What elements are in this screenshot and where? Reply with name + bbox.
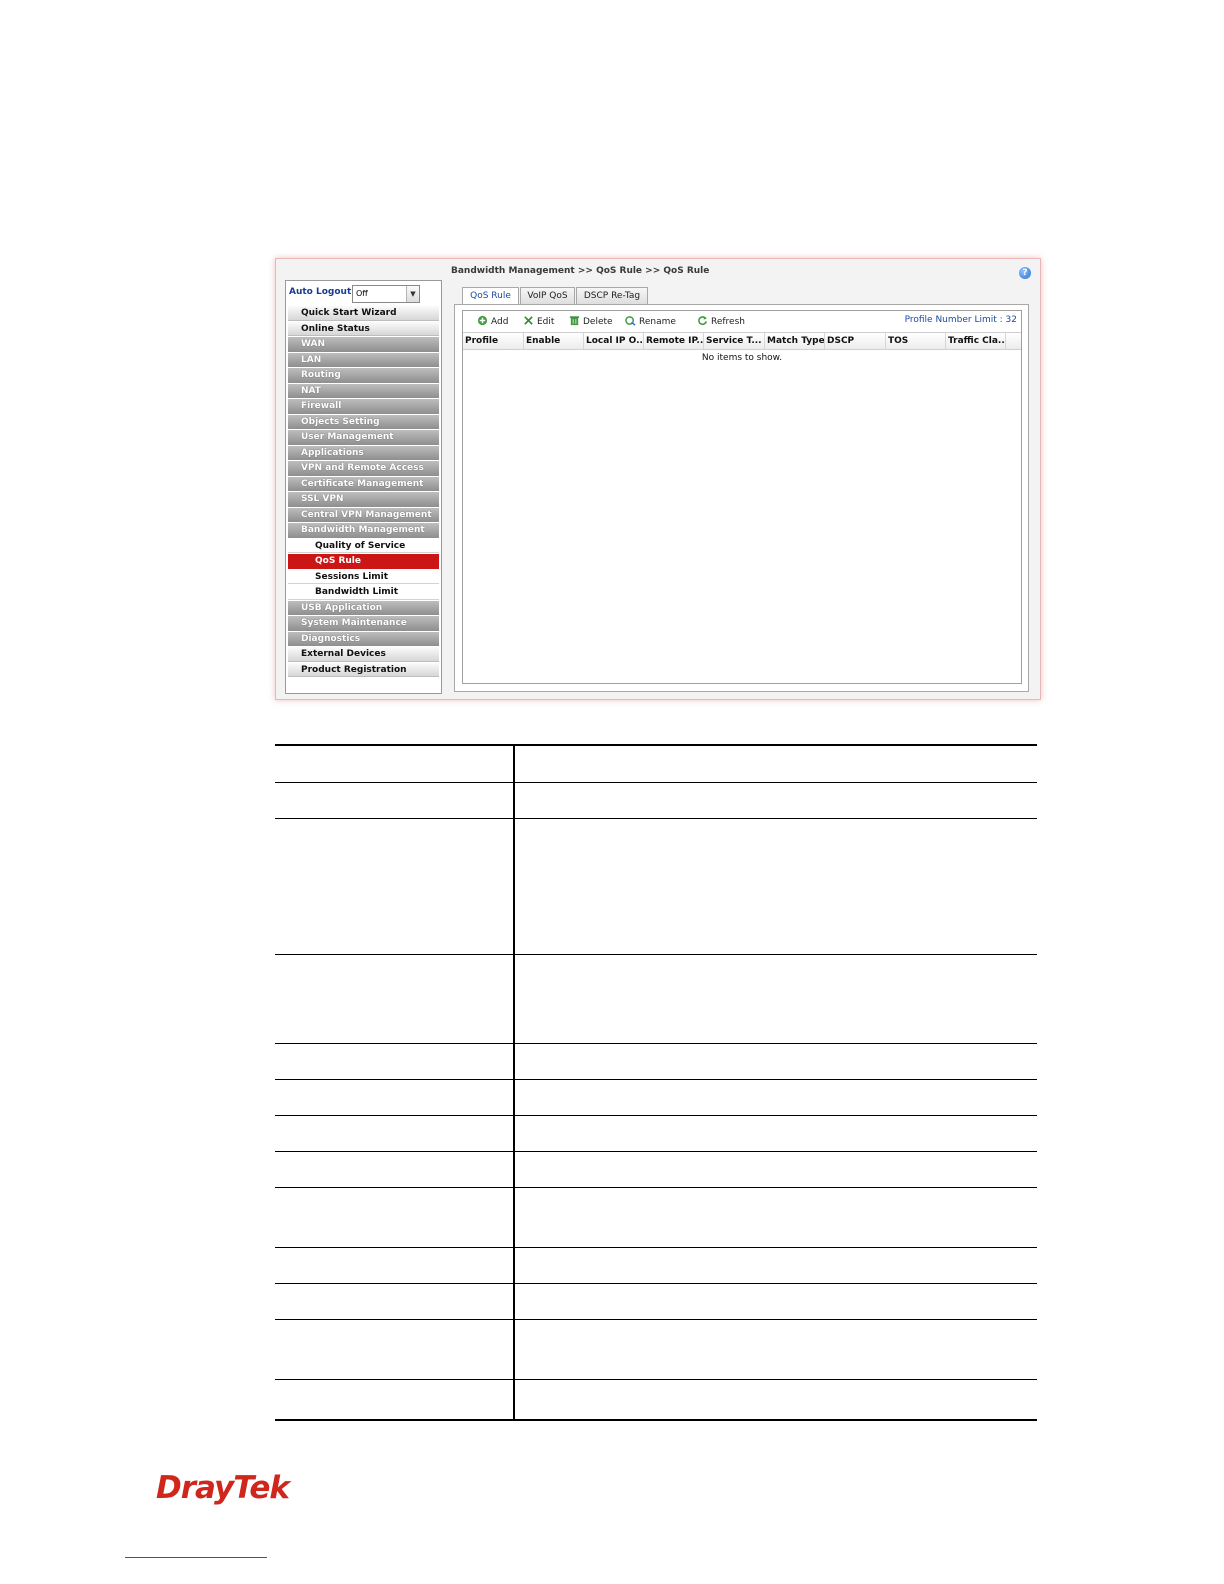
sidebar-item-applications[interactable]: Applications (288, 445, 439, 460)
table-row-divider (275, 1319, 1037, 1320)
tab-dscp-re-tag[interactable]: DSCP Re-Tag (576, 287, 648, 304)
edit-icon (524, 316, 533, 325)
sidebar-item-objects-setting[interactable]: Objects Setting (288, 414, 439, 429)
chevron-down-icon[interactable]: ▼ (406, 286, 419, 302)
column-enable[interactable]: Enable (524, 333, 584, 349)
auto-logout: Auto Logout : Off ▼ (288, 285, 438, 303)
sidebar-item-firewall[interactable]: Firewall (288, 399, 439, 414)
delete-button[interactable]: Delete (569, 315, 613, 327)
table-row-divider (275, 782, 1037, 783)
sidebar: Auto Logout : Off ▼ Quick Start Wizard On… (285, 280, 442, 694)
add-button[interactable]: Add (477, 315, 508, 327)
footer-link-underline (125, 1557, 267, 1558)
sidebar-item-system-maintenance[interactable]: System Maintenance (288, 616, 439, 631)
sidebar-item-wan[interactable]: WAN (288, 337, 439, 352)
sidebar-item-bandwidth-management[interactable]: Bandwidth Management (288, 523, 439, 538)
table-row-divider (275, 1079, 1037, 1080)
table-row-divider (275, 1379, 1037, 1380)
sidebar-item-nat[interactable]: NAT (288, 383, 439, 398)
table-row-divider (275, 1187, 1037, 1188)
description-table (275, 744, 1037, 1421)
empty-message: No items to show. (701, 353, 783, 363)
sidebar-menu: Quick Start Wizard Online Status WAN LAN Rou… (288, 306, 439, 678)
main-panel: Bandwidth Management >> QoS Rule >> QoS … (447, 263, 1034, 693)
column-match-type[interactable]: Match Type (765, 333, 825, 349)
table-row-divider (275, 818, 1037, 819)
sidebar-item-user-management[interactable]: User Management (288, 430, 439, 445)
sidebar-item-certificate-management[interactable]: Certificate Management (288, 476, 439, 491)
help-icon[interactable]: ? (1019, 267, 1031, 279)
column-profile[interactable]: Profile (463, 333, 524, 349)
column-tos[interactable]: TOS (886, 333, 946, 349)
sidebar-item-vpn-and-remote-access[interactable]: VPN and Remote Access (288, 461, 439, 476)
edit-button[interactable]: Edit (523, 315, 554, 327)
column-traffic-class[interactable]: Traffic Cla... (946, 333, 1006, 349)
sidebar-item-usb-application[interactable]: USB Application (288, 600, 439, 615)
sidebar-item-quality-of-service[interactable]: Quality of Service (288, 538, 439, 553)
auto-logout-value: Off (356, 289, 368, 298)
column-dscp[interactable]: DSCP (825, 333, 886, 349)
sidebar-item-bandwidth-limit[interactable]: Bandwidth Limit (288, 585, 439, 600)
sidebar-item-diagnostics[interactable]: Diagnostics (288, 631, 439, 646)
grid-header: Profile Enable Local IP O... Remote IP..… (463, 332, 1021, 350)
rename-icon (625, 316, 636, 326)
grid-toolbar: Add Edit Delete Rename Refresh Profile N… (463, 311, 1021, 331)
refresh-label: Refresh (711, 317, 745, 327)
column-service-type[interactable]: Service T... (704, 333, 765, 349)
table-row-divider (275, 1151, 1037, 1152)
table-row-divider (275, 954, 1037, 955)
router-ui-screenshot: Auto Logout : Off ▼ Quick Start Wizard On… (275, 258, 1041, 700)
draytek-logo: DrayTek (156, 1470, 290, 1506)
tab-content: Add Edit Delete Rename Refresh Profile N… (454, 304, 1029, 692)
table-row-divider (275, 1043, 1037, 1044)
sidebar-item-lan[interactable]: LAN (288, 352, 439, 367)
profile-grid: Add Edit Delete Rename Refresh Profile N… (462, 310, 1022, 684)
table-row-divider (275, 1115, 1037, 1116)
sidebar-item-routing[interactable]: Routing (288, 368, 439, 383)
profile-limit: Profile Number Limit : 32 (904, 315, 1017, 325)
table-row-divider (275, 1247, 1037, 1248)
rename-button[interactable]: Rename (625, 315, 676, 327)
auto-logout-label: Auto Logout : (289, 287, 358, 297)
sidebar-item-online-status[interactable]: Online Status (288, 321, 439, 336)
edit-label: Edit (537, 317, 555, 327)
sidebar-item-qos-rule[interactable]: QoS Rule (288, 554, 439, 569)
rename-label: Rename (639, 317, 676, 327)
auto-logout-select[interactable]: Off ▼ (352, 285, 420, 303)
tab-voip-qos[interactable]: VoIP QoS (520, 287, 575, 304)
sidebar-item-product-registration[interactable]: Product Registration (288, 662, 439, 677)
refresh-button[interactable]: Refresh (697, 315, 745, 327)
sidebar-item-central-vpn-management[interactable]: Central VPN Management (288, 507, 439, 522)
tab-qos-rule[interactable]: QoS Rule (462, 287, 519, 305)
sidebar-item-sessions-limit[interactable]: Sessions Limit (288, 569, 439, 584)
delete-label: Delete (583, 317, 613, 327)
table-row-divider (275, 1283, 1037, 1284)
add-icon (477, 315, 488, 326)
add-label: Add (491, 317, 509, 327)
sidebar-item-external-devices[interactable]: External Devices (288, 647, 439, 662)
sidebar-item-ssl-vpn[interactable]: SSL VPN (288, 492, 439, 507)
refresh-icon (698, 316, 707, 326)
trash-icon (569, 316, 580, 326)
column-local-ip[interactable]: Local IP O... (584, 333, 644, 349)
column-remote-ip[interactable]: Remote IP... (644, 333, 704, 349)
breadcrumb: Bandwidth Management >> QoS Rule >> QoS … (451, 266, 710, 276)
sidebar-item-quick-start-wizard[interactable]: Quick Start Wizard (288, 306, 439, 321)
